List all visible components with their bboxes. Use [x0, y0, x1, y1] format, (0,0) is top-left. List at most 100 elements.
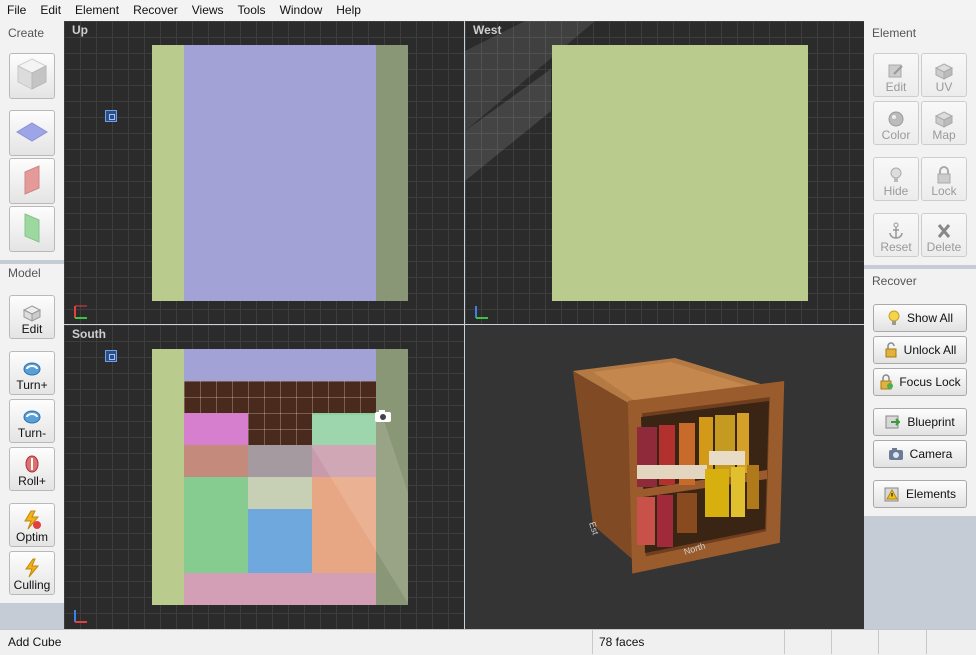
south-top-strip [184, 349, 376, 381]
status-cell-4 [926, 630, 973, 654]
viewport-south-title: South [72, 327, 106, 341]
optim-button[interactable]: Optim [9, 503, 55, 547]
create-plane-up-button[interactable] [9, 110, 55, 156]
show-all-button[interactable]: Show All [873, 304, 967, 332]
reset-label: Reset [880, 240, 912, 254]
reset-button[interactable]: Reset [873, 213, 919, 257]
status-cell-2 [831, 630, 878, 654]
status-cell-1 [784, 630, 831, 654]
hide-button[interactable]: Hide [873, 157, 919, 201]
south-left-strip [152, 349, 184, 605]
viewport-up[interactable]: Up [64, 21, 464, 324]
turn-minus-button[interactable]: Turn- [9, 399, 55, 443]
viewport-up-title: Up [72, 23, 88, 37]
book-green [184, 477, 248, 573]
map-label: Map [932, 128, 956, 142]
model-edit-label: Edit [21, 322, 43, 336]
selection-marker-icon[interactable] [105, 110, 117, 122]
axis-gizmo-icon [74, 305, 87, 319]
map-cube-icon [934, 111, 954, 128]
selection-marker-south-icon[interactable] [105, 350, 117, 362]
unlock-all-button[interactable]: Unlock All [873, 336, 967, 364]
rotate-ccw-icon [23, 410, 41, 424]
rotate-cw-icon [23, 362, 41, 376]
bookshelf-3d-model: Est North [573, 358, 785, 574]
shelf-top [184, 381, 376, 413]
menu-edit[interactable]: Edit [33, 0, 68, 21]
menu-views[interactable]: Views [185, 0, 231, 21]
roll-plus-button[interactable]: Roll+ [9, 447, 55, 491]
bulb-on-icon [888, 310, 900, 325]
create-plane-south-button[interactable] [9, 158, 55, 204]
color-label: Color [881, 128, 911, 142]
axis-gizmo-west-icon [475, 306, 488, 319]
edit-icon [888, 64, 903, 78]
culling-button[interactable]: Culling [9, 551, 55, 595]
blueprint-label: Blueprint [907, 415, 955, 429]
roll-icon [25, 455, 39, 473]
element-title: Element [872, 26, 917, 40]
menu-tools[interactable]: Tools [231, 0, 273, 21]
camera-button-icon [888, 448, 903, 460]
optim-label: Optim [15, 530, 48, 544]
menu-window[interactable]: Window [273, 0, 330, 21]
uv-label: UV [935, 80, 953, 94]
menu-recover[interactable]: Recover [126, 0, 185, 21]
section-divider [0, 260, 64, 264]
blueprint-icon [885, 415, 901, 429]
lock-button[interactable]: Lock [921, 157, 967, 201]
color-button[interactable]: Color [873, 101, 919, 145]
bulb-icon [890, 167, 902, 182]
menu-element[interactable]: Element [68, 0, 126, 21]
model-title: Model [8, 266, 41, 280]
viewport-south[interactable]: South [64, 325, 464, 629]
right-section-divider [864, 265, 976, 269]
roll-plus-label: Roll+ [18, 474, 46, 488]
face-count: 78 faces [592, 630, 785, 654]
create-title: Create [8, 26, 45, 40]
focus-lock-button[interactable]: Focus Lock [873, 368, 967, 396]
elements-button[interactable]: Elements [873, 480, 967, 508]
color-ball-icon [888, 111, 904, 127]
elements-label: Elements [905, 487, 957, 501]
book-clay [184, 445, 248, 477]
edit-cube-icon [22, 305, 42, 322]
book-pink [184, 413, 248, 445]
lock-label: Lock [931, 184, 957, 198]
uv-cube-icon [934, 63, 954, 80]
delete-label: Delete [926, 240, 962, 254]
culling-label: Culling [13, 578, 51, 592]
model-edit-button[interactable]: Edit [9, 295, 55, 339]
turn-minus-label: Turn- [17, 426, 47, 440]
delete-x-icon [937, 224, 951, 238]
recover-title: Recover [872, 274, 917, 288]
create-cube-button[interactable] [9, 53, 55, 99]
delete-button[interactable]: Delete [921, 213, 967, 257]
plane-horizontal-icon [16, 122, 48, 142]
camera-icon[interactable] [374, 409, 392, 423]
lightning-icon [25, 558, 40, 578]
viewport-3d[interactable]: Est North [465, 325, 864, 629]
book-cream [248, 477, 312, 509]
axis-gizmo-south-icon [74, 610, 87, 623]
element-edit-button[interactable]: Edit [873, 53, 919, 97]
status-bar: Add Cube 78 faces [0, 629, 976, 655]
cube-icon [16, 58, 48, 90]
menu-help[interactable]: Help [329, 0, 368, 21]
hide-label: Hide [883, 184, 909, 198]
book-blue [248, 509, 312, 573]
status-message: Add Cube [8, 635, 62, 649]
uv-button[interactable]: UV [921, 53, 967, 97]
unlock-icon [885, 342, 897, 358]
status-cell-3 [878, 630, 925, 654]
camera-button[interactable]: Camera [873, 440, 967, 468]
blueprint-button[interactable]: Blueprint [873, 408, 967, 436]
create-plane-west-button[interactable] [9, 206, 55, 252]
menu-file[interactable]: File [0, 0, 33, 21]
up-face-side [376, 45, 408, 301]
optimize-icon [24, 510, 41, 530]
turn-plus-button[interactable]: Turn+ [9, 351, 55, 395]
focus-lock-icon [880, 374, 894, 390]
map-button[interactable]: Map [921, 101, 967, 145]
viewport-west[interactable]: West [465, 21, 864, 324]
